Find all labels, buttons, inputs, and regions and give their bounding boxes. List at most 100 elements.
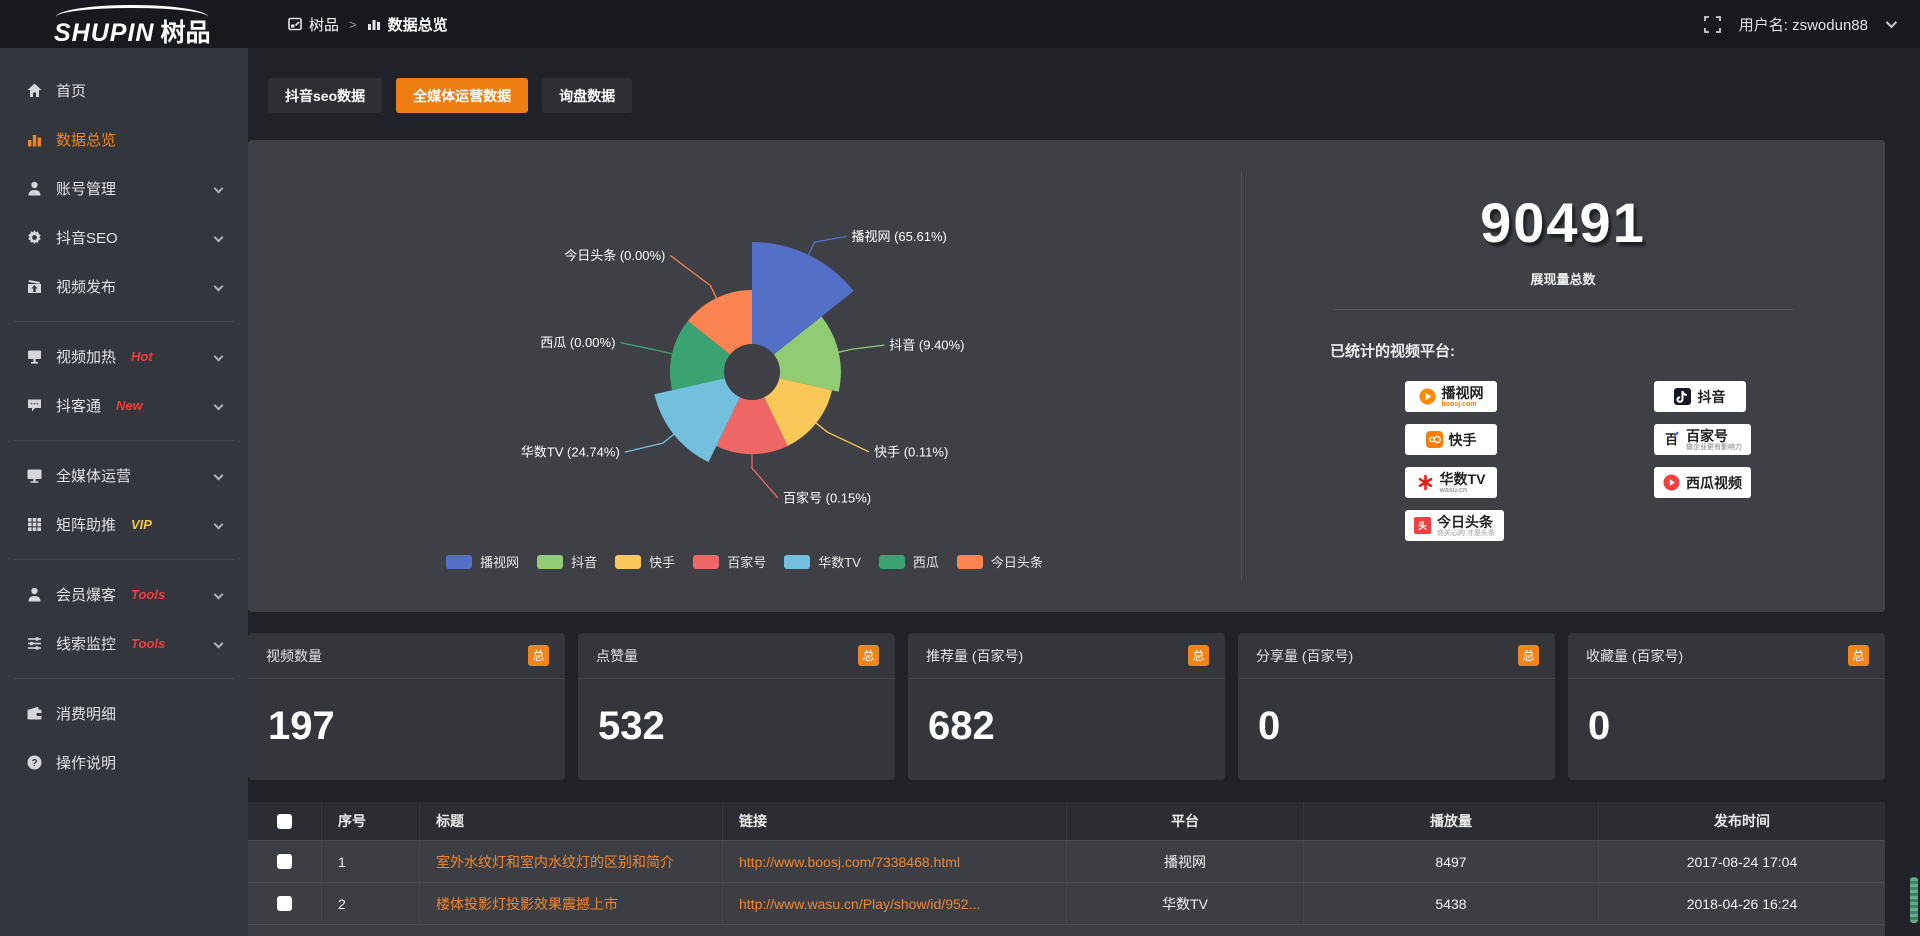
- breadcrumb-current[interactable]: 数据总览: [367, 14, 448, 35]
- tab-2[interactable]: 询盘数据: [542, 78, 632, 113]
- stat-card-label: 点赞量: [596, 646, 638, 666]
- member-icon: [26, 586, 43, 603]
- platforms-title: 已统计的视频平台:: [1330, 340, 1885, 361]
- wasu-logo-icon: [1417, 474, 1434, 491]
- sidebar-item-chart[interactable]: 数据总览: [0, 115, 248, 164]
- tab-0[interactable]: 抖音seo数据: [268, 78, 382, 113]
- sidebar-item-label: 视频发布: [56, 276, 116, 297]
- tab-1[interactable]: 全媒体运营数据: [396, 78, 528, 113]
- chevron-down-icon[interactable]: [214, 282, 224, 292]
- sidebar-item-label: 账号管理: [56, 178, 116, 199]
- sidebar-item-sliders[interactable]: 线索监控Tools: [0, 619, 248, 668]
- heat-icon: [26, 348, 43, 365]
- sidebar-item-label: 全媒体运营: [56, 465, 131, 486]
- platform-subtext: 你关心的 才是头条: [1437, 530, 1495, 537]
- breadcrumb-separator: >: [349, 17, 357, 32]
- platform-badge-boosj: 播视网boosj.com: [1405, 381, 1497, 412]
- legend-item-3[interactable]: 百家号: [693, 552, 766, 571]
- legend-item-4[interactable]: 华数TV: [784, 552, 861, 571]
- legend-label: 西瓜: [913, 552, 939, 571]
- sidebar-item-help[interactable]: ? 操作说明: [0, 738, 248, 787]
- platform-name: 西瓜视频: [1686, 476, 1742, 490]
- sidebar-item-label: 操作说明: [56, 752, 116, 773]
- row-checkbox[interactable]: [277, 896, 292, 911]
- platform-name: 今日头条: [1437, 515, 1495, 529]
- platform-subtext: boosj.com: [1442, 401, 1484, 408]
- stat-card-3: 分享量 (百家号)总0: [1238, 633, 1555, 780]
- user-icon: [26, 180, 43, 197]
- table-row-2: 2楼体投影灯投影效果震撼上市http://www.wasu.cn/Play/sh…: [248, 882, 1885, 924]
- fullscreen-icon[interactable]: [1704, 16, 1721, 33]
- stat-card-1: 点赞量总532: [578, 633, 895, 780]
- breadcrumb-home[interactable]: 树品: [288, 14, 339, 35]
- sidebar-item-monitor[interactable]: 全媒体运营: [0, 451, 248, 500]
- sidebar-item-member[interactable]: 会员爆客 Tools: [0, 570, 248, 619]
- stat-card-label: 分享量 (百家号): [1256, 646, 1353, 666]
- sidebar-item-label: 会员爆客: [56, 584, 116, 605]
- publish-icon: [26, 278, 43, 295]
- chevron-down-icon[interactable]: [214, 590, 224, 600]
- summary-panel: 90491 展现量总数 已统计的视频平台: 播视网boosj.com快手华数TV…: [1241, 140, 1885, 612]
- column-header: 平台: [1067, 802, 1304, 840]
- sidebar-item-heat[interactable]: 视频加热Hot: [0, 332, 248, 381]
- platform-badge-toutiao: 头今日头条你关心的 才是头条: [1405, 510, 1504, 541]
- stat-card-label: 收藏量 (百家号): [1586, 646, 1683, 666]
- pie-label-line: [752, 452, 778, 498]
- cell-no: 1: [322, 841, 420, 882]
- cell-title-link[interactable]: 室外水纹灯和室内水纹灯的区别和简介: [420, 841, 723, 882]
- sidebar-item-badge: VIP: [131, 517, 152, 532]
- sidebar-item-wallet[interactable]: 消费明细: [0, 689, 248, 738]
- cell-platform: 播视网: [1067, 841, 1304, 882]
- pie-label: 播视网 (65.61%): [851, 229, 946, 244]
- legend-item-0[interactable]: 播视网: [446, 552, 519, 571]
- wallet-icon: [26, 705, 43, 722]
- username[interactable]: 用户名: zswodun88: [1739, 14, 1868, 35]
- cell-platform: 华数TV: [1067, 883, 1304, 924]
- legend-swatch: [784, 555, 810, 569]
- logo-text-cn: 树品: [160, 19, 210, 47]
- platform-badge-douyin: 抖音: [1654, 381, 1746, 412]
- scrollbar-thumb[interactable]: [1910, 877, 1918, 923]
- pie-label-line: [815, 422, 870, 452]
- chevron-down-icon[interactable]: [214, 233, 224, 243]
- sidebar-item-grid[interactable]: 矩阵助推VIP: [0, 500, 248, 549]
- legend-item-1[interactable]: 抖音: [537, 552, 597, 571]
- legend-label: 华数TV: [818, 552, 861, 571]
- legend-swatch: [615, 555, 641, 569]
- sidebar-item-bubble[interactable]: 抖客通New: [0, 381, 248, 430]
- chevron-down-icon[interactable]: [214, 184, 224, 194]
- chart-legend: 播视网抖音快手百家号 华数TV 西瓜今日头条: [248, 552, 1241, 571]
- sidebar-item-user[interactable]: 账号管理: [0, 164, 248, 213]
- row-checkbox[interactable]: [277, 854, 292, 869]
- chevron-down-icon[interactable]: [214, 639, 224, 649]
- kuaishou-logo-icon: [1426, 431, 1443, 448]
- legend-item-6[interactable]: 今日头条: [957, 552, 1043, 571]
- total-badge: 总: [1518, 645, 1539, 666]
- help-icon: ?: [26, 754, 43, 771]
- sidebar-divider: [14, 440, 234, 441]
- chevron-down-icon[interactable]: [214, 471, 224, 481]
- chevron-down-icon[interactable]: [214, 352, 224, 362]
- cell-plays: 8497: [1304, 841, 1599, 882]
- cell-url-link[interactable]: http://www.boosj.com/7338468.html: [723, 841, 1067, 882]
- sidebar-item-badge: New: [116, 398, 143, 413]
- pie-label-line: [620, 343, 674, 355]
- app-logo[interactable]: SHUPIN树品: [0, 0, 248, 48]
- chevron-down-icon[interactable]: [214, 520, 224, 530]
- select-all-checkbox[interactable]: [277, 814, 292, 829]
- cell-url-link[interactable]: http://www.wasu.cn/Play/show/id/952...: [723, 883, 1067, 924]
- sidebar-item-badge: Tools: [131, 587, 165, 602]
- xigua-logo-icon: [1663, 474, 1680, 491]
- sidebar-item-publish[interactable]: 视频发布: [0, 262, 248, 311]
- chevron-down-icon[interactable]: [1886, 17, 1897, 28]
- sidebar-divider: [14, 559, 234, 560]
- chevron-down-icon[interactable]: [214, 401, 224, 411]
- cell-time: 2018-04-26 16:24: [1599, 883, 1885, 924]
- summary-divider: [1333, 309, 1793, 310]
- sidebar-item-gear[interactable]: 抖音SEO: [0, 213, 248, 262]
- legend-item-2[interactable]: 快手: [615, 552, 675, 571]
- sidebar-item-home[interactable]: 首页: [0, 66, 248, 115]
- cell-title-link[interactable]: 楼体投影灯投影效果震撼上市: [420, 883, 723, 924]
- window-icon: [288, 17, 302, 31]
- legend-item-5[interactable]: 西瓜: [879, 552, 939, 571]
